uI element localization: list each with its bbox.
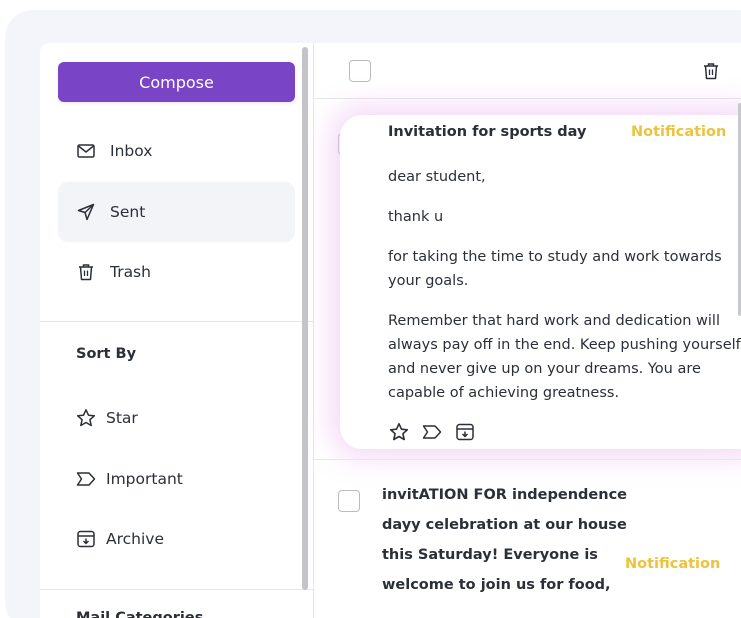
mail-icon [76,141,96,161]
sort-by-heading: Sort By [76,346,137,362]
sort-item-star[interactable]: Star [76,404,276,432]
star-icon [76,408,96,428]
sort-item-label: Archive [106,530,164,548]
sort-item-label: Important [106,470,183,488]
compose-button[interactable]: Compose [58,62,295,102]
mail-body-line: dear student, [388,169,486,185]
sort-item-label: Star [106,409,138,427]
star-icon[interactable] [388,421,410,443]
sidebar: Compose Inbox Sent Trash Sort By Star Im… [40,43,313,618]
mail-actions [388,421,476,443]
sidebar-divider [40,589,313,590]
mail-subject: invitATION FOR independence dayy celebra… [382,487,627,593]
sidebar-item-label: Trash [110,263,151,281]
sort-item-important[interactable]: Important [76,465,276,493]
mail-list-item[interactable]: invitATION FOR independence dayy celebra… [314,460,741,618]
sidebar-item-label: Inbox [110,142,153,160]
archive-icon [76,529,96,549]
select-all-checkbox[interactable] [349,60,371,82]
archive-icon[interactable] [454,421,476,443]
mail-body-line: thank u [388,209,444,225]
label-icon[interactable] [421,421,443,443]
mail-body-line: for taking the time to study and work to… [388,249,722,289]
sort-item-archive[interactable]: Archive [76,525,276,553]
mail-subject: Invitation for sports day [388,124,587,140]
notification-badge: Notification [631,124,727,140]
notification-badge: Notification [625,556,721,572]
mail-card-expanded[interactable]: Invitation for sports day Notification d… [340,115,741,449]
trash-icon [76,262,96,282]
send-icon [76,202,96,222]
sidebar-item-sent[interactable]: Sent [58,182,295,242]
sidebar-item-trash[interactable]: Trash [58,242,295,302]
label-icon [76,469,96,489]
mail-categories-heading: Mail Categories [76,610,204,618]
delete-trash-icon[interactable] [700,60,722,82]
mail-toolbar [314,43,741,99]
mail-body-line: Remember that hard work and dedication w… [388,313,741,401]
mail-body: dear student, thank u for taking the tim… [388,165,741,421]
mail-app: Compose Inbox Sent Trash Sort By Star Im… [40,43,741,618]
mail-checkbox[interactable] [338,490,360,512]
sidebar-divider [40,321,313,322]
sidebar-item-inbox[interactable]: Inbox [58,121,295,181]
sidebar-item-label: Sent [110,203,146,221]
sidebar-scrollbar[interactable] [302,47,308,590]
